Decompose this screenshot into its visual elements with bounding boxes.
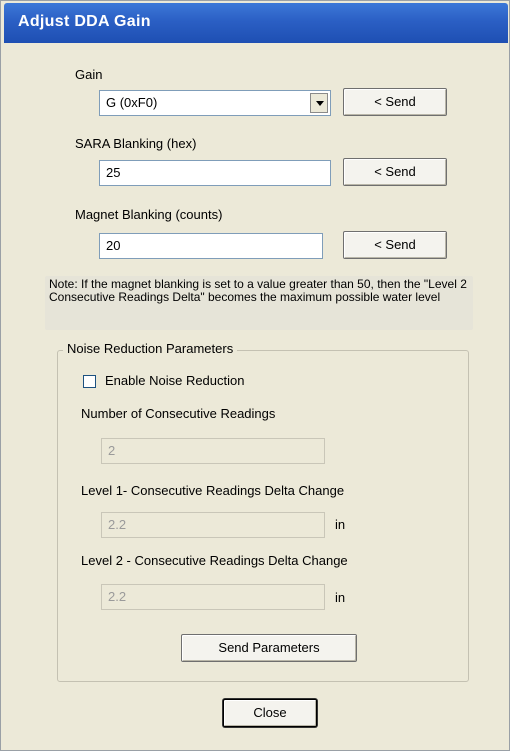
sara-blanking-label: SARA Blanking (hex) [75,136,197,151]
level2-delta-label: Level 2 - Consecutive Readings Delta Cha… [81,553,348,568]
level1-delta-label: Level 1- Consecutive Readings Delta Chan… [81,483,345,498]
sara-send-button[interactable]: < Send [343,158,447,186]
gain-select[interactable]: G (0xF0) [99,90,331,116]
level2-delta-input[interactable]: 2.2 [101,584,325,610]
close-button[interactable]: Close [223,699,317,727]
dialog-window: Adjust DDA Gain Gain G (0xF0) < Send SAR… [0,0,510,751]
consecutive-readings-input[interactable]: 2 [101,438,325,464]
magnet-blanking-label: Magnet Blanking (counts) [75,207,223,222]
level2-unit: in [335,590,346,605]
window-title: Adjust DDA Gain [18,13,151,30]
enable-noise-reduction-checkbox[interactable] [83,375,96,388]
note-text: Note: If the magnet blanking is set to a… [49,277,467,304]
gain-select-value: G (0xF0) [106,95,158,110]
consecutive-readings-label: Number of Consecutive Readings [81,406,276,421]
sara-blanking-input[interactable]: 25 [99,160,331,186]
level1-unit: in [335,517,346,532]
chevron-down-icon[interactable] [310,93,328,113]
gain-label: Gain [75,67,103,82]
gain-send-button[interactable]: < Send [343,88,447,116]
magnet-send-button[interactable]: < Send [343,231,447,259]
noise-reduction-group-title: Noise Reduction Parameters [63,341,238,356]
level1-delta-input[interactable]: 2.2 [101,512,325,538]
magnet-blanking-input[interactable]: 20 [99,233,323,259]
enable-noise-reduction-label[interactable]: Enable Noise Reduction [105,373,244,388]
title-bar[interactable]: Adjust DDA Gain [4,3,508,43]
send-parameters-button[interactable]: Send Parameters [181,634,357,662]
